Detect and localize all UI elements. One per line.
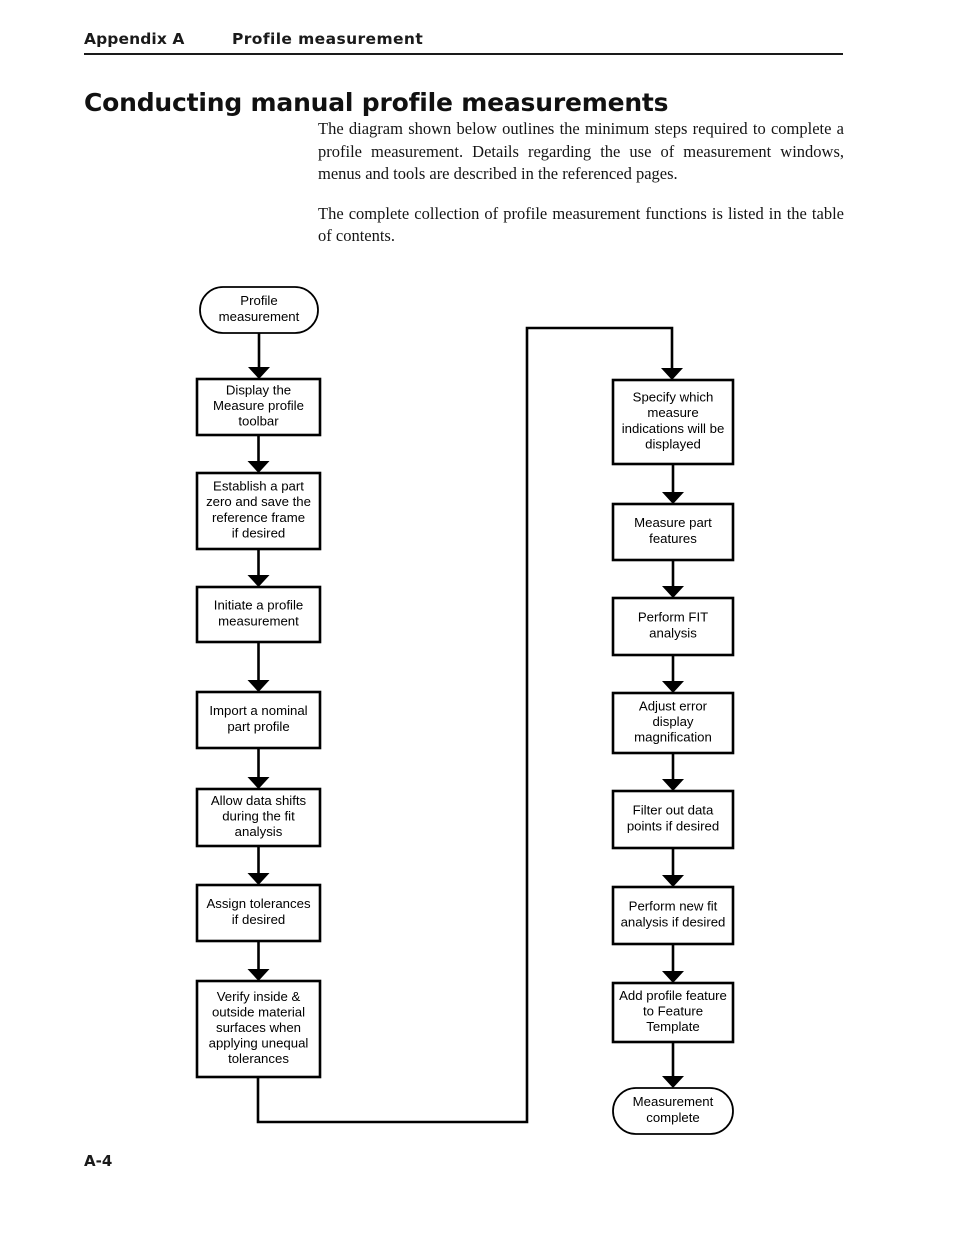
flow-connector-measure-part-features-to-perform-fit-analysis	[662, 560, 684, 598]
flow-node-specify-indications: Specify which measure indications will be d…	[611, 378, 735, 466]
flow-node-perform-fit-analysis: Perform FIT analysis	[611, 596, 735, 657]
flow-node-label: Perform new fit analysis if desired	[621, 899, 726, 930]
profile-measurement-flowchart: Profile measurement Display the Measure pro…	[0, 0, 954, 1235]
flow-node-establish-part-zero: Establish a part zero and save the referen…	[195, 471, 322, 551]
flow-connector-display-toolbar-to-establish-part-zero	[247, 435, 270, 473]
flowchart-canvas: Profile measurement Display the Measure pro…	[195, 286, 735, 1135]
flow-node-filter-data-points: Filter out data points if desired	[611, 789, 735, 850]
flow-node-end: Measurement complete	[612, 1087, 734, 1135]
flow-node-measure-part-features: Measure part features	[611, 502, 735, 562]
flow-connector-establish-part-zero-to-initiate-measurement	[247, 549, 270, 587]
flow-node-add-profile-feature: Add profile feature to Feature Template	[611, 981, 735, 1044]
flow-node-start: Profile measurement	[199, 286, 319, 334]
flow-node-perform-new-fit: Perform new fit analysis if desired	[611, 885, 735, 946]
flow-connector-allow-data-shifts-to-assign-tolerances	[247, 846, 270, 885]
flow-node-adjust-error-magnification: Adjust error display magnification	[611, 691, 735, 755]
flowchart-node-layer: Profile measurement Display the Measure pro…	[195, 286, 735, 1135]
flow-node-initiate-measurement: Initiate a profile measurement	[195, 585, 322, 644]
flow-connector-specify-indications-to-measure-part-features	[662, 464, 684, 504]
flow-connector-initiate-measurement-to-import-nominal-profile	[247, 642, 270, 692]
flow-connector-add-profile-feature-to-end	[662, 1042, 684, 1088]
flow-connector-import-nominal-profile-to-allow-data-shifts	[247, 748, 270, 789]
flow-connector-perform-fit-analysis-to-adjust-error-magnification	[662, 655, 684, 693]
flow-node-assign-tolerances: Assign tolerances if desired	[195, 883, 322, 943]
flow-node-label: Filter out data points if desired	[627, 803, 719, 834]
flow-node-label: Initiate a profile measurement	[214, 598, 303, 629]
flow-node-import-nominal-profile: Import a nominal part profile	[195, 690, 322, 750]
flow-connector-perform-new-fit-to-add-profile-feature	[662, 944, 684, 983]
page-folio: A-4	[84, 1152, 113, 1170]
flow-node-allow-data-shifts: Allow data shifts during the fit analysis	[195, 787, 322, 848]
flow-connector-assign-tolerances-to-verify-material-surfaces	[247, 941, 270, 981]
flow-connector-start-to-display-toolbar	[248, 333, 270, 379]
flow-node-display-toolbar: Display the Measure profile toolbar	[195, 377, 322, 437]
flow-node-verify-material-surfaces: Verify inside & outside material surfaces …	[195, 979, 322, 1079]
flow-connector-adjust-error-magnification-to-filter-data-points	[662, 753, 684, 791]
flow-connector-filter-data-points-to-perform-new-fit	[662, 848, 684, 887]
